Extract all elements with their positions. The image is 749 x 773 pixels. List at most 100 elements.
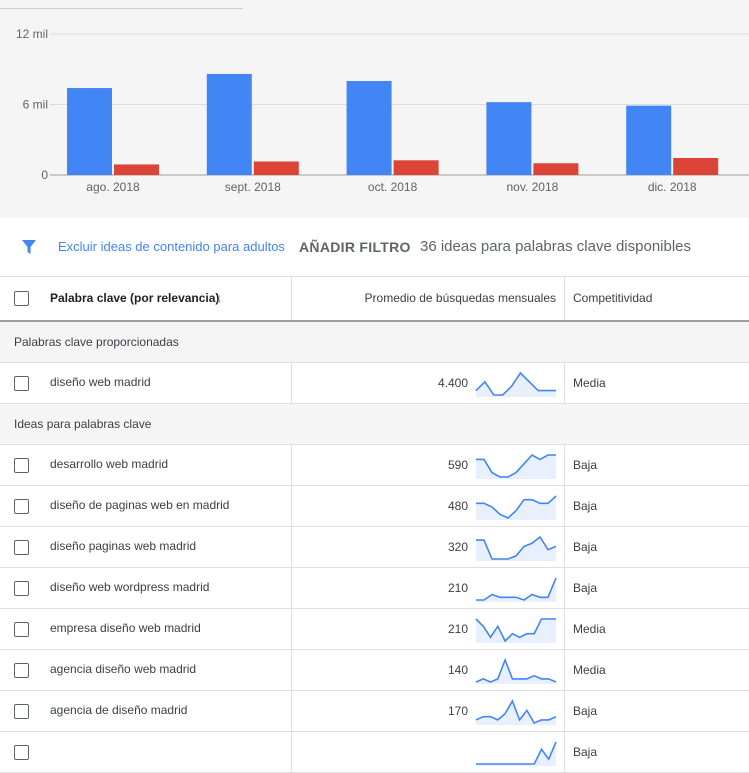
column-divider [291,568,292,608]
section-ideas-header: Ideas para palabras clave [0,404,749,445]
y-tick-label: 12 mil [16,27,48,41]
keyword-cell: empresa diseño web madrid [50,621,201,635]
table-row[interactable]: desarrollo web madrid 590 Baja [0,445,749,486]
column-divider [564,691,565,731]
competition-cell: Baja [573,499,598,513]
row-checkbox[interactable] [14,622,29,637]
keyword-cell: diseño web wordpress madrid [50,580,210,594]
x-tick-label: ago. 2018 [86,180,140,194]
trend-sparkline [475,618,556,643]
row-checkbox[interactable] [14,581,29,596]
bar[interactable] [253,161,299,175]
column-divider [564,527,565,567]
column-divider [564,277,565,320]
bar[interactable] [114,164,159,175]
add-filter-button[interactable]: AÑADIR FILTRO [299,239,411,255]
bar[interactable] [626,105,672,175]
bar[interactable] [673,157,719,175]
bar[interactable] [486,102,532,175]
column-divider [564,486,565,526]
keyword-column-header[interactable]: Palabra clave (por relevancia) [50,291,219,305]
bar[interactable] [393,160,439,175]
ideas-count: 36 ideas para palabras clave disponibles [420,238,692,255]
trend-sparkline [476,535,557,561]
filter-icon[interactable] [21,239,37,255]
avg-searches-cell: 4.400 [437,376,468,390]
bar[interactable] [533,163,579,175]
column-divider [291,277,292,320]
x-tick-label: sept. 2018 [225,180,281,194]
bar[interactable] [67,88,112,175]
section-label: Palabras clave proporcionadas [14,335,179,349]
column-divider [564,650,565,690]
table-row[interactable]: agencia diseño web madrid 140 Media [0,650,749,691]
column-divider [291,486,292,526]
keyword-cell: desarrollo web madrid [50,457,169,471]
competition-cell: Baja [573,745,598,759]
trend-sparkline [475,657,557,684]
table-row[interactable]: agencia de diseño madrid 170 Baja [0,691,749,732]
table-row[interactable]: empresa diseño web madrid 210 Media [0,609,749,650]
x-tick-label: nov. 2018 [506,180,558,194]
competition-cell: Media [573,622,606,636]
searches-chart: 0 6 mil 12 mil ago. 2018 sept. 2018 oct. 2018… [0,0,749,218]
column-divider [291,527,292,567]
trend-sparkline [476,495,557,520]
keyword-table: Palabra clave (por relevancia) ↓ Promedi… [0,277,749,773]
trend-sparkline [475,371,556,397]
keyword-cell: diseño de paginas web en madrid [50,498,230,512]
exclude-adult-ideas-link[interactable]: Excluir ideas de contenido para adultos [58,239,285,254]
keyword-cell: agencia diseño web madrid [50,662,197,676]
competition-column-header[interactable]: Competitividad [573,291,652,305]
select-all-checkbox[interactable] [14,291,29,306]
column-divider [291,363,292,403]
column-divider [564,609,565,649]
y-tick-label: 6 mil [23,98,48,112]
competition-cell: Media [573,663,606,677]
avg-searches-column-header[interactable]: Promedio de búsquedas mensuales [365,291,556,305]
table-row[interactable]: diseño paginas web madrid 320 Baja [0,527,749,568]
keyword-cell: diseño paginas web madrid [50,539,197,553]
row-checkbox[interactable] [14,540,29,555]
competition-cell: Baja [573,704,598,718]
section-label: Ideas para palabras clave [14,417,152,431]
x-tick-label: dic. 2018 [648,180,697,194]
avg-searches-cell: 590 [447,458,468,472]
table-row[interactable]: Baja [0,732,749,773]
competition-cell: Baja [573,458,598,472]
table-row[interactable]: diseño de paginas web en madrid 480 Baja [0,486,749,527]
trend-sparkline [476,741,557,766]
row-checkbox[interactable] [14,458,29,473]
row-checkbox[interactable] [14,663,29,678]
avg-searches-cell: 320 [447,540,468,554]
arrow-down-icon[interactable]: ↓ [216,290,223,305]
row-checkbox[interactable] [14,499,29,514]
avg-searches-cell: 210 [447,581,468,595]
section-provided-header: Palabras clave proporcionadas [0,322,749,363]
column-divider [291,609,292,649]
trend-sparkline [475,699,557,725]
bar[interactable] [206,73,252,175]
row-checkbox[interactable] [14,376,29,391]
competition-cell: Baja [573,581,598,595]
filter-bar: Excluir ideas de contenido para adultos … [0,218,749,277]
column-divider [291,650,292,690]
table-header: Palabra clave (por relevancia) ↓ Promedi… [0,277,749,322]
y-tick-label: 0 [41,168,48,182]
avg-searches-cell: 140 [447,663,468,677]
competition-cell: Media [573,376,606,390]
bar[interactable] [346,81,392,175]
row-checkbox[interactable] [14,704,29,719]
table-row[interactable]: diseño web wordpress madrid 210 Baja [0,568,749,609]
column-divider [564,363,565,403]
column-divider [291,691,292,731]
table-row[interactable]: diseño web madrid 4.400 Media [0,363,749,404]
trend-sparkline [476,577,557,602]
x-tick-label: oct. 2018 [368,180,418,194]
keyword-cell: diseño web madrid [50,375,151,389]
column-divider [564,568,565,608]
row-checkbox[interactable] [14,745,29,760]
avg-searches-cell: 210 [447,622,468,636]
avg-searches-cell: 170 [447,704,468,718]
column-divider [291,732,292,772]
